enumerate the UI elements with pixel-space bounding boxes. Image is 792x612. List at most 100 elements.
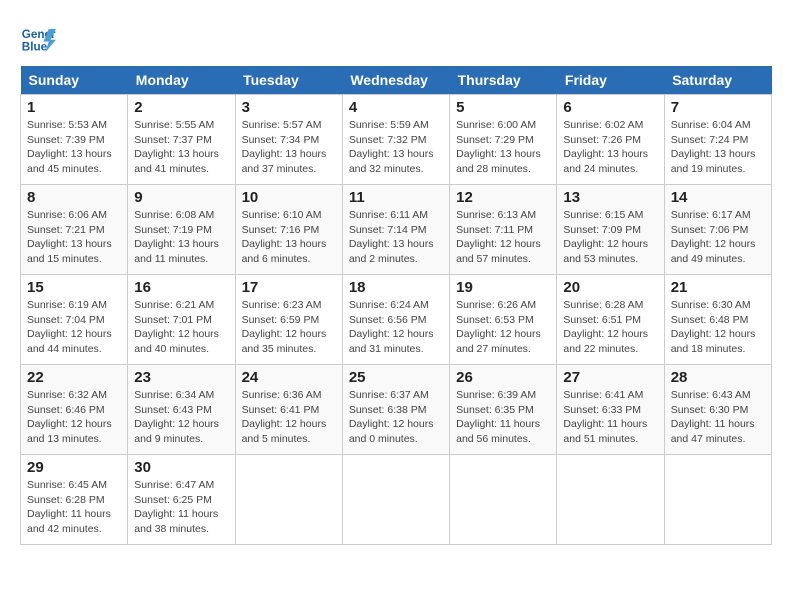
day-cell-10: 10 Sunrise: 6:10 AM Sunset: 7:16 PM Dayl… — [235, 185, 342, 275]
day-number: 17 — [242, 279, 336, 296]
day-number: 10 — [242, 189, 336, 206]
week-row-5: 29 Sunrise: 6:45 AM Sunset: 6:28 PM Dayl… — [21, 455, 772, 545]
column-header-saturday: Saturday — [664, 66, 771, 95]
day-info: Sunrise: 6:24 AM Sunset: 6:56 PM Dayligh… — [349, 298, 443, 357]
day-info: Sunrise: 6:06 AM Sunset: 7:21 PM Dayligh… — [27, 208, 121, 267]
day-cell-18: 18 Sunrise: 6:24 AM Sunset: 6:56 PM Dayl… — [342, 275, 449, 365]
day-info: Sunrise: 6:23 AM Sunset: 6:59 PM Dayligh… — [242, 298, 336, 357]
day-info: Sunrise: 6:11 AM Sunset: 7:14 PM Dayligh… — [349, 208, 443, 267]
day-number: 21 — [671, 279, 765, 296]
day-info: Sunrise: 6:02 AM Sunset: 7:26 PM Dayligh… — [563, 118, 657, 177]
page-header: General Blue — [20, 20, 772, 56]
day-cell-9: 9 Sunrise: 6:08 AM Sunset: 7:19 PM Dayli… — [128, 185, 235, 275]
day-cell-7: 7 Sunrise: 6:04 AM Sunset: 7:24 PM Dayli… — [664, 95, 771, 185]
day-info: Sunrise: 6:21 AM Sunset: 7:01 PM Dayligh… — [134, 298, 228, 357]
day-number: 22 — [27, 369, 121, 386]
day-number: 2 — [134, 99, 228, 116]
day-number: 15 — [27, 279, 121, 296]
day-info: Sunrise: 6:10 AM Sunset: 7:16 PM Dayligh… — [242, 208, 336, 267]
day-number: 29 — [27, 459, 121, 476]
day-number: 11 — [349, 189, 443, 206]
week-row-3: 15 Sunrise: 6:19 AM Sunset: 7:04 PM Dayl… — [21, 275, 772, 365]
day-number: 16 — [134, 279, 228, 296]
day-info: Sunrise: 6:04 AM Sunset: 7:24 PM Dayligh… — [671, 118, 765, 177]
day-number: 6 — [563, 99, 657, 116]
day-cell-20: 20 Sunrise: 6:28 AM Sunset: 6:51 PM Dayl… — [557, 275, 664, 365]
day-info: Sunrise: 6:19 AM Sunset: 7:04 PM Dayligh… — [27, 298, 121, 357]
day-info: Sunrise: 6:30 AM Sunset: 6:48 PM Dayligh… — [671, 298, 765, 357]
day-info: Sunrise: 6:39 AM Sunset: 6:35 PM Dayligh… — [456, 388, 550, 447]
column-header-sunday: Sunday — [21, 66, 128, 95]
day-cell-22: 22 Sunrise: 6:32 AM Sunset: 6:46 PM Dayl… — [21, 365, 128, 455]
column-header-thursday: Thursday — [450, 66, 557, 95]
day-info: Sunrise: 5:53 AM Sunset: 7:39 PM Dayligh… — [27, 118, 121, 177]
day-info: Sunrise: 6:32 AM Sunset: 6:46 PM Dayligh… — [27, 388, 121, 447]
day-info: Sunrise: 6:00 AM Sunset: 7:29 PM Dayligh… — [456, 118, 550, 177]
day-cell-4: 4 Sunrise: 5:59 AM Sunset: 7:32 PM Dayli… — [342, 95, 449, 185]
day-cell-21: 21 Sunrise: 6:30 AM Sunset: 6:48 PM Dayl… — [664, 275, 771, 365]
day-info: Sunrise: 6:34 AM Sunset: 6:43 PM Dayligh… — [134, 388, 228, 447]
day-info: Sunrise: 6:15 AM Sunset: 7:09 PM Dayligh… — [563, 208, 657, 267]
day-cell-30: 30 Sunrise: 6:47 AM Sunset: 6:25 PM Dayl… — [128, 455, 235, 545]
day-info: Sunrise: 6:43 AM Sunset: 6:30 PM Dayligh… — [671, 388, 765, 447]
day-cell-17: 17 Sunrise: 6:23 AM Sunset: 6:59 PM Dayl… — [235, 275, 342, 365]
day-number: 24 — [242, 369, 336, 386]
logo-icon: General Blue — [20, 20, 56, 56]
column-header-monday: Monday — [128, 66, 235, 95]
day-number: 5 — [456, 99, 550, 116]
day-cell-24: 24 Sunrise: 6:36 AM Sunset: 6:41 PM Dayl… — [235, 365, 342, 455]
day-number: 19 — [456, 279, 550, 296]
empty-day-cell — [342, 455, 449, 545]
day-number: 13 — [563, 189, 657, 206]
day-cell-27: 27 Sunrise: 6:41 AM Sunset: 6:33 PM Dayl… — [557, 365, 664, 455]
day-info: Sunrise: 6:36 AM Sunset: 6:41 PM Dayligh… — [242, 388, 336, 447]
column-header-tuesday: Tuesday — [235, 66, 342, 95]
empty-day-cell — [235, 455, 342, 545]
day-cell-11: 11 Sunrise: 6:11 AM Sunset: 7:14 PM Dayl… — [342, 185, 449, 275]
logo: General Blue — [20, 20, 60, 56]
column-header-friday: Friday — [557, 66, 664, 95]
day-cell-6: 6 Sunrise: 6:02 AM Sunset: 7:26 PM Dayli… — [557, 95, 664, 185]
day-info: Sunrise: 6:28 AM Sunset: 6:51 PM Dayligh… — [563, 298, 657, 357]
day-number: 23 — [134, 369, 228, 386]
day-cell-29: 29 Sunrise: 6:45 AM Sunset: 6:28 PM Dayl… — [21, 455, 128, 545]
day-number: 9 — [134, 189, 228, 206]
day-number: 28 — [671, 369, 765, 386]
day-cell-5: 5 Sunrise: 6:00 AM Sunset: 7:29 PM Dayli… — [450, 95, 557, 185]
day-info: Sunrise: 6:45 AM Sunset: 6:28 PM Dayligh… — [27, 478, 121, 537]
day-number: 18 — [349, 279, 443, 296]
day-number: 8 — [27, 189, 121, 206]
day-info: Sunrise: 5:57 AM Sunset: 7:34 PM Dayligh… — [242, 118, 336, 177]
day-number: 7 — [671, 99, 765, 116]
day-cell-8: 8 Sunrise: 6:06 AM Sunset: 7:21 PM Dayli… — [21, 185, 128, 275]
day-info: Sunrise: 6:41 AM Sunset: 6:33 PM Dayligh… — [563, 388, 657, 447]
empty-day-cell — [664, 455, 771, 545]
day-info: Sunrise: 6:26 AM Sunset: 6:53 PM Dayligh… — [456, 298, 550, 357]
day-info: Sunrise: 5:55 AM Sunset: 7:37 PM Dayligh… — [134, 118, 228, 177]
day-cell-2: 2 Sunrise: 5:55 AM Sunset: 7:37 PM Dayli… — [128, 95, 235, 185]
week-row-4: 22 Sunrise: 6:32 AM Sunset: 6:46 PM Dayl… — [21, 365, 772, 455]
day-number: 1 — [27, 99, 121, 116]
day-number: 4 — [349, 99, 443, 116]
day-number: 14 — [671, 189, 765, 206]
calendar-table: SundayMondayTuesdayWednesdayThursdayFrid… — [20, 66, 772, 545]
day-info: Sunrise: 6:17 AM Sunset: 7:06 PM Dayligh… — [671, 208, 765, 267]
day-cell-26: 26 Sunrise: 6:39 AM Sunset: 6:35 PM Dayl… — [450, 365, 557, 455]
day-cell-16: 16 Sunrise: 6:21 AM Sunset: 7:01 PM Dayl… — [128, 275, 235, 365]
day-number: 3 — [242, 99, 336, 116]
day-cell-14: 14 Sunrise: 6:17 AM Sunset: 7:06 PM Dayl… — [664, 185, 771, 275]
day-number: 25 — [349, 369, 443, 386]
day-info: Sunrise: 6:47 AM Sunset: 6:25 PM Dayligh… — [134, 478, 228, 537]
day-cell-15: 15 Sunrise: 6:19 AM Sunset: 7:04 PM Dayl… — [21, 275, 128, 365]
calendar-header-row: SundayMondayTuesdayWednesdayThursdayFrid… — [21, 66, 772, 95]
day-info: Sunrise: 6:37 AM Sunset: 6:38 PM Dayligh… — [349, 388, 443, 447]
day-number: 12 — [456, 189, 550, 206]
day-number: 30 — [134, 459, 228, 476]
svg-text:Blue: Blue — [22, 41, 48, 54]
day-info: Sunrise: 6:08 AM Sunset: 7:19 PM Dayligh… — [134, 208, 228, 267]
day-number: 27 — [563, 369, 657, 386]
column-header-wednesday: Wednesday — [342, 66, 449, 95]
day-info: Sunrise: 5:59 AM Sunset: 7:32 PM Dayligh… — [349, 118, 443, 177]
week-row-2: 8 Sunrise: 6:06 AM Sunset: 7:21 PM Dayli… — [21, 185, 772, 275]
day-cell-3: 3 Sunrise: 5:57 AM Sunset: 7:34 PM Dayli… — [235, 95, 342, 185]
